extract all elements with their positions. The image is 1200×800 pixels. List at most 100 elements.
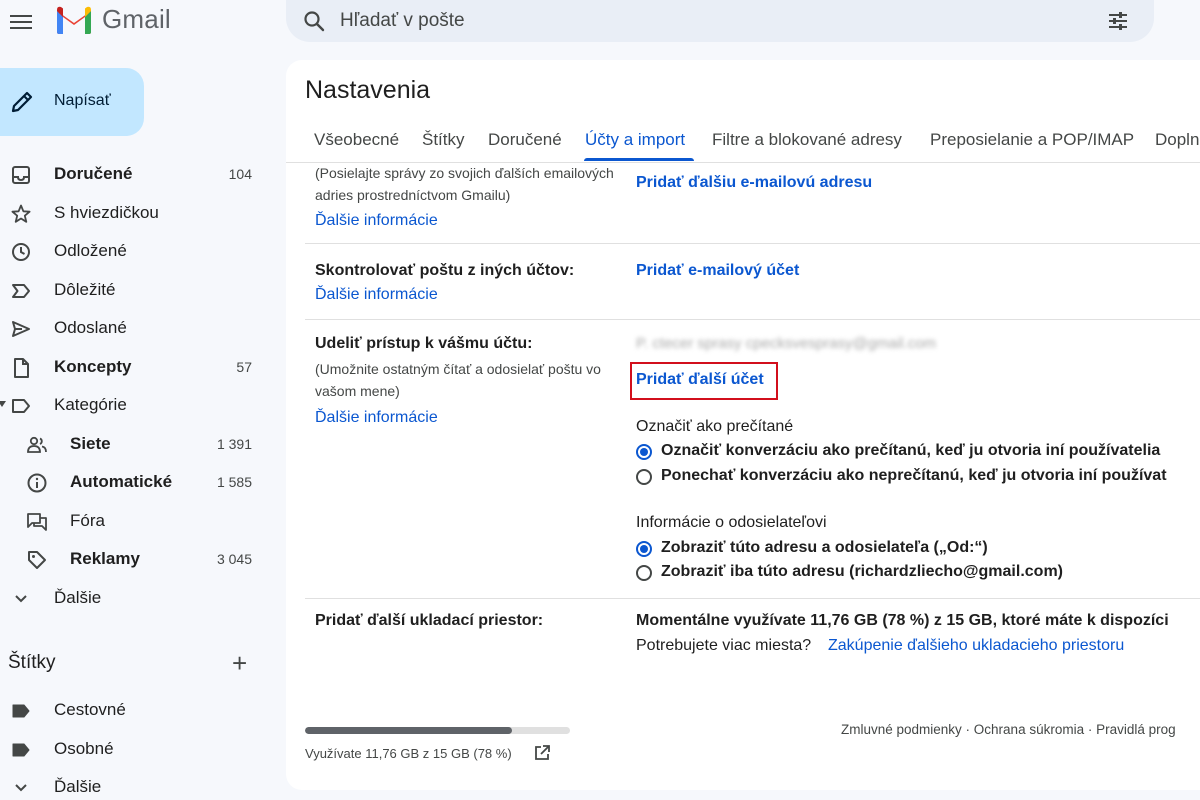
people-icon (27, 436, 47, 453)
label-filled-icon (12, 743, 30, 756)
sender-info-title: Informácie o odosielateľovi (636, 514, 827, 531)
section-divider (305, 243, 1200, 244)
settings-panel: Nastavenia Všeobecné Štítky Doručené Účt… (286, 60, 1200, 790)
check-mail-label: Skontrolovať poštu z iných účtov: (315, 262, 575, 279)
purchase-storage-link[interactable]: Zakúpenie ďalšieho ukladacieho priestoru (828, 637, 1124, 655)
storage-label: Pridať ďalší ukladací priestor: (315, 612, 544, 629)
label-icon (12, 399, 30, 413)
add-mail-account-link[interactable]: Pridať e-mailový účet (636, 262, 799, 280)
send-as-more-info-link[interactable]: Ďalšie informácie (315, 212, 438, 230)
radio-label: Ponechať konverzáciu ako neprečítanú, ke… (661, 467, 1167, 484)
unread-count: 1 391 (216, 435, 252, 452)
description-line: vašom mene) (315, 383, 400, 399)
mark-read-radio-read[interactable] (636, 444, 652, 460)
sidebar-item-social[interactable]: Siete 1 391 (0, 425, 270, 464)
label-name: Cestovné (54, 700, 126, 720)
chevron-down-icon (15, 784, 27, 792)
tab-forwarding[interactable]: Preposielanie a POP/IMAP (930, 130, 1134, 150)
grant-access-more-info-link[interactable]: Ďalšie informácie (315, 409, 438, 427)
grant-access-label: Udeliť prístup k vášmu účtu: (315, 335, 533, 352)
info-icon (27, 473, 47, 493)
sender-info-radio-both[interactable] (636, 541, 652, 557)
gmail-logo[interactable]: Gmail (54, 4, 171, 35)
labels-header: Štítky + (0, 646, 270, 682)
pencil-icon (11, 91, 33, 113)
caret-down-icon[interactable] (0, 401, 6, 407)
sidebar-item-label: Reklamy (70, 549, 140, 569)
clock-icon (12, 243, 30, 261)
storage-usage-text: Momentálne využívate 11,76 GB (78 %) z 1… (636, 612, 1169, 629)
tab-accounts-import[interactable]: Účty a import (585, 130, 685, 150)
sidebar-item-label: Fóra (70, 510, 105, 530)
description-line: (Umožnite ostatným čítať a odosielať poš… (315, 361, 601, 377)
sidebar-item-label: Odoslané (54, 318, 127, 338)
sidebar-item-more[interactable]: Ďalšie (0, 579, 270, 618)
sidebar-item-sent[interactable]: Odoslané (0, 309, 270, 348)
sidebar-item-promotions[interactable]: Reklamy 3 045 (0, 540, 270, 579)
search-icon[interactable] (302, 9, 326, 33)
sidebar-item-drafts[interactable]: Koncepty 57 (0, 348, 270, 387)
section-divider (305, 319, 1200, 320)
sender-info-radio-address[interactable] (636, 565, 652, 581)
storage-progress-bar (305, 727, 570, 734)
chevron-down-icon (15, 594, 27, 602)
tab-inbox[interactable]: Doručené (488, 130, 562, 150)
sidebar-item-important[interactable]: Dôležité (0, 271, 270, 310)
label-item-travel[interactable]: Cestovné (0, 691, 270, 730)
search-bar[interactable]: Hľadať v pošte (286, 0, 1154, 42)
sidebar-item-label: Odložené (54, 241, 127, 261)
sidebar-item-label: Automatické (70, 472, 173, 492)
sidebar-item-label: Kategórie (54, 395, 127, 415)
label-name: Ďalšie (54, 777, 102, 797)
draft-count: 57 (236, 358, 252, 375)
draft-icon (14, 357, 29, 378)
mark-read-radio-unread[interactable] (636, 469, 652, 485)
storage-progress-fill (305, 727, 512, 734)
unread-count: 3 045 (216, 551, 252, 568)
label-item-more[interactable]: Ďalšie (0, 768, 270, 800)
delegated-account-email: P. ctecer sprasy cpecksvesprasy@gmail.co… (636, 335, 937, 352)
compose-button[interactable]: Napísať (0, 68, 144, 136)
search-options-icon[interactable] (1106, 9, 1130, 33)
sidebar-item-label: Ďalšie (54, 587, 102, 607)
send-as-description: (Posielajte správy zo svojich ďalších em… (315, 162, 614, 206)
active-tab-indicator (584, 158, 694, 161)
app-name: Gmail (102, 4, 171, 34)
sidebar-item-label: Koncepty (54, 356, 132, 376)
send-icon (12, 321, 30, 337)
tab-filters[interactable]: Filtre a blokované adresy (712, 130, 902, 150)
label-item-personal[interactable]: Osobné (0, 730, 270, 769)
unread-count: 104 (228, 166, 252, 183)
add-another-account-link[interactable]: Pridať ďalší účet (636, 371, 764, 389)
sidebar-item-snoozed[interactable]: Odložené (0, 232, 270, 271)
tab-labels[interactable]: Štítky (422, 130, 465, 150)
compose-label: Napísať (54, 92, 111, 109)
sidebar-item-label: Dôležité (54, 279, 116, 299)
description-line: adries prostredníctvom Gmailu) (315, 187, 511, 203)
sidebar-item-categories[interactable]: Kategórie (0, 386, 270, 425)
grant-access-description: (Umožnite ostatným čítať a odosielať poš… (315, 358, 601, 402)
tag-icon (28, 551, 46, 569)
radio-label: Zobraziť iba túto adresu (richardzliecho… (661, 563, 1063, 580)
sidebar-item-updates[interactable]: Automatické 1 585 (0, 463, 270, 502)
tab-addons[interactable]: Dopln (1155, 130, 1199, 150)
check-mail-more-info-link[interactable]: Ďalšie informácie (315, 286, 438, 304)
mark-read-title: Označiť ako prečítané (636, 418, 794, 435)
radio-label: Označiť konverzáciu ako prečítanú, keď j… (661, 442, 1161, 459)
settings-tabs: Všeobecné Štítky Doručené Účty a import … (286, 122, 1200, 162)
footer-links[interactable]: Zmluvné podmienky · Ochrana súkromia · P… (841, 722, 1176, 737)
add-label-button[interactable]: + (232, 650, 247, 676)
sidebar-item-starred[interactable]: S hviezdičkou (0, 194, 270, 233)
main-menu-icon[interactable] (8, 8, 36, 36)
sidebar-item-forums[interactable]: Fóra (0, 502, 270, 541)
open-in-new-icon[interactable] (533, 744, 551, 762)
page-title: Nastavenia (305, 76, 431, 104)
storage-footer-text: Využívate 11,76 GB z 15 GB (78 %) (305, 746, 512, 761)
tab-general[interactable]: Všeobecné (314, 130, 399, 150)
search-input[interactable]: Hľadať v pošte (340, 10, 465, 32)
sidebar-item-label: S hviezdičkou (54, 202, 159, 222)
sidebar-item-inbox[interactable]: Doručené 104 (0, 155, 270, 194)
label-filled-icon (12, 704, 30, 718)
add-email-address-link[interactable]: Pridať ďalšiu e-mailovú adresu (636, 174, 872, 192)
labels-list: Cestovné Osobné Ďalšie (0, 691, 270, 800)
